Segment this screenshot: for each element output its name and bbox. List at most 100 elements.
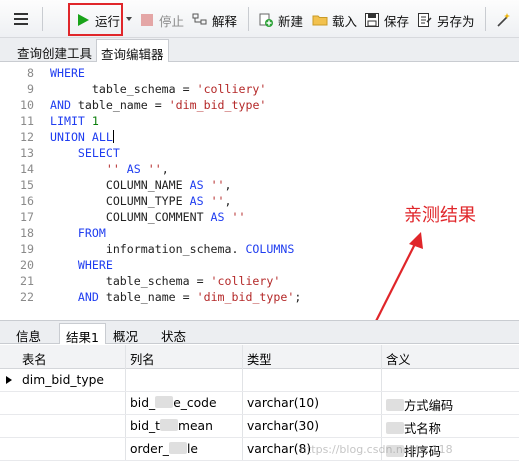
cell-column-name[interactable]: order_ le — [126, 438, 243, 460]
new-query-icon — [258, 12, 274, 28]
code-line[interactable]: 10 AND table_name = 'dim_bid_type' — [0, 98, 519, 114]
code-text: AND table_name = 'dim_bid_type'; — [77, 290, 302, 304]
code-line[interactable]: 15 COLUMN_NAME AS '', — [0, 178, 519, 194]
line-number: 20 — [20, 258, 34, 272]
cell-meaning[interactable] — [382, 369, 519, 391]
cell-text-end: e_code — [173, 396, 217, 410]
new-button[interactable]: 新建 — [258, 9, 303, 31]
sql-editor[interactable]: 8 WHERE 9 table_schema = 'colliery' 10 AND t… — [0, 62, 519, 317]
code-line[interactable]: 22 AND table_name = 'dim_bid_type'; — [0, 290, 519, 306]
save-as-icon — [417, 12, 433, 28]
cell-text-end: 式名称 — [404, 422, 441, 436]
save-as-label: 另存为 — [437, 13, 475, 29]
redaction-blur — [386, 422, 404, 434]
beautify-button[interactable] — [495, 9, 515, 31]
code-text: SELECT — [77, 146, 120, 160]
code-line[interactable]: 8 WHERE — [0, 66, 519, 82]
code-line[interactable]: 20 WHERE — [0, 258, 519, 274]
folder-icon — [312, 12, 328, 28]
cell-text-end: mean — [178, 419, 213, 433]
table-row[interactable]: dim_bid_type — [0, 369, 519, 392]
line-number: 22 — [20, 290, 34, 304]
redaction-blur — [168, 442, 187, 454]
load-button[interactable]: 载入 — [312, 9, 357, 31]
toolbar-divider — [485, 7, 486, 31]
column-header-table-name[interactable]: 表名 — [18, 345, 126, 369]
cell-meaning[interactable]: 式名称 — [382, 415, 519, 437]
table-row[interactable]: bid_t mean varchar(30) 式名称 — [0, 415, 519, 438]
code-text: AND table_name = 'dim_bid_type' — [50, 98, 267, 112]
explain-button[interactable]: 解释 — [192, 9, 237, 31]
line-number: 19 — [20, 242, 34, 256]
column-header-column-name[interactable]: 列名 — [126, 345, 243, 369]
cell-text-end: le — [186, 442, 198, 456]
run-button[interactable]: 运行 — [75, 9, 120, 31]
cell-column-name[interactable]: bid_ e_code — [126, 392, 243, 414]
code-line[interactable]: 14 '' AS '', — [0, 162, 519, 178]
magic-wand-icon — [495, 12, 511, 28]
tab-status[interactable]: 状态 — [155, 323, 192, 344]
annotation-text: 亲测结果 — [404, 205, 476, 226]
cell-text-end: 方式编码 — [404, 399, 454, 413]
tab-query-builder[interactable]: 查询创建工具 — [13, 39, 96, 62]
cell-table-name[interactable] — [18, 392, 126, 414]
code-line[interactable]: 9 table_schema = 'colliery' — [0, 82, 519, 98]
tab-query-editor[interactable]: 查询编辑器 — [96, 39, 169, 62]
tab-info[interactable]: 信息 — [10, 323, 47, 344]
line-number: 21 — [20, 274, 34, 288]
line-number: 9 — [27, 82, 34, 96]
line-number: 13 — [20, 146, 34, 160]
grid-header: 表名 列名 类型 含义 — [0, 345, 519, 369]
code-text: COLUMN_NAME AS '', — [50, 178, 232, 192]
menu-icon[interactable] — [12, 10, 30, 28]
code-text: LIMIT 1 — [50, 114, 99, 128]
run-label: 运行 — [95, 13, 121, 29]
code-line[interactable]: 13 SELECT — [0, 146, 519, 162]
code-text: COLUMN_COMMENT AS '' — [50, 210, 246, 224]
stop-icon — [139, 12, 155, 28]
save-as-button[interactable]: 另存为 — [417, 9, 475, 31]
cell-meaning[interactable]: 方式编码 — [382, 392, 519, 414]
stop-button[interactable]: 停止 — [139, 9, 184, 31]
column-header-meaning[interactable]: 含义 — [382, 345, 519, 369]
cell-table-name[interactable]: dim_bid_type — [18, 369, 126, 391]
line-number: 14 — [20, 162, 34, 176]
code-text: UNION ALL — [50, 130, 114, 144]
code-line[interactable]: 21 table_schema = 'colliery' — [0, 274, 519, 290]
save-button[interactable]: 保存 — [364, 9, 409, 31]
stop-label: 停止 — [159, 13, 185, 29]
line-number: 12 — [20, 130, 34, 144]
code-line[interactable]: 12 UNION ALL — [0, 130, 519, 146]
code-line[interactable]: 11 LIMIT 1 — [0, 114, 519, 130]
toolbar-divider — [42, 7, 43, 31]
play-icon — [75, 12, 91, 28]
explain-label: 解释 — [212, 13, 238, 29]
save-icon — [364, 12, 380, 28]
cell-type[interactable]: varchar(10) — [243, 392, 382, 414]
tab-profile[interactable]: 概况 — [107, 323, 144, 344]
code-line[interactable]: 19 information_schema. COLUMNS — [0, 242, 519, 258]
code-text: FROM — [77, 226, 106, 240]
redaction-blur — [160, 419, 178, 431]
column-header-type[interactable]: 类型 — [243, 345, 382, 369]
save-label: 保存 — [384, 13, 410, 29]
tab-result-1[interactable]: 结果1 — [59, 323, 106, 345]
cell-table-name[interactable] — [18, 415, 126, 437]
cell-table-name[interactable] — [18, 438, 126, 460]
cell-type[interactable] — [243, 369, 382, 391]
cell-column-name[interactable] — [126, 369, 243, 391]
line-number: 8 — [27, 66, 34, 80]
line-number: 11 — [20, 114, 34, 128]
cell-text-start: order_ — [130, 442, 169, 456]
run-dropdown-caret[interactable] — [126, 17, 132, 21]
cell-type[interactable]: varchar(30) — [243, 415, 382, 437]
result-tabbar: 信息 结果1 概况 状态 — [0, 320, 519, 345]
new-label: 新建 — [278, 13, 304, 29]
table-row[interactable]: bid_ e_code varchar(10) 方式编码 — [0, 392, 519, 415]
toolbar-divider — [248, 7, 249, 31]
cell-column-name[interactable]: bid_t mean — [126, 415, 243, 437]
explain-icon — [192, 12, 208, 28]
code-line[interactable]: 18 FROM — [0, 226, 519, 242]
code-text: table_schema = 'colliery' — [50, 274, 281, 288]
cell-text-start: bid_ — [130, 396, 156, 410]
